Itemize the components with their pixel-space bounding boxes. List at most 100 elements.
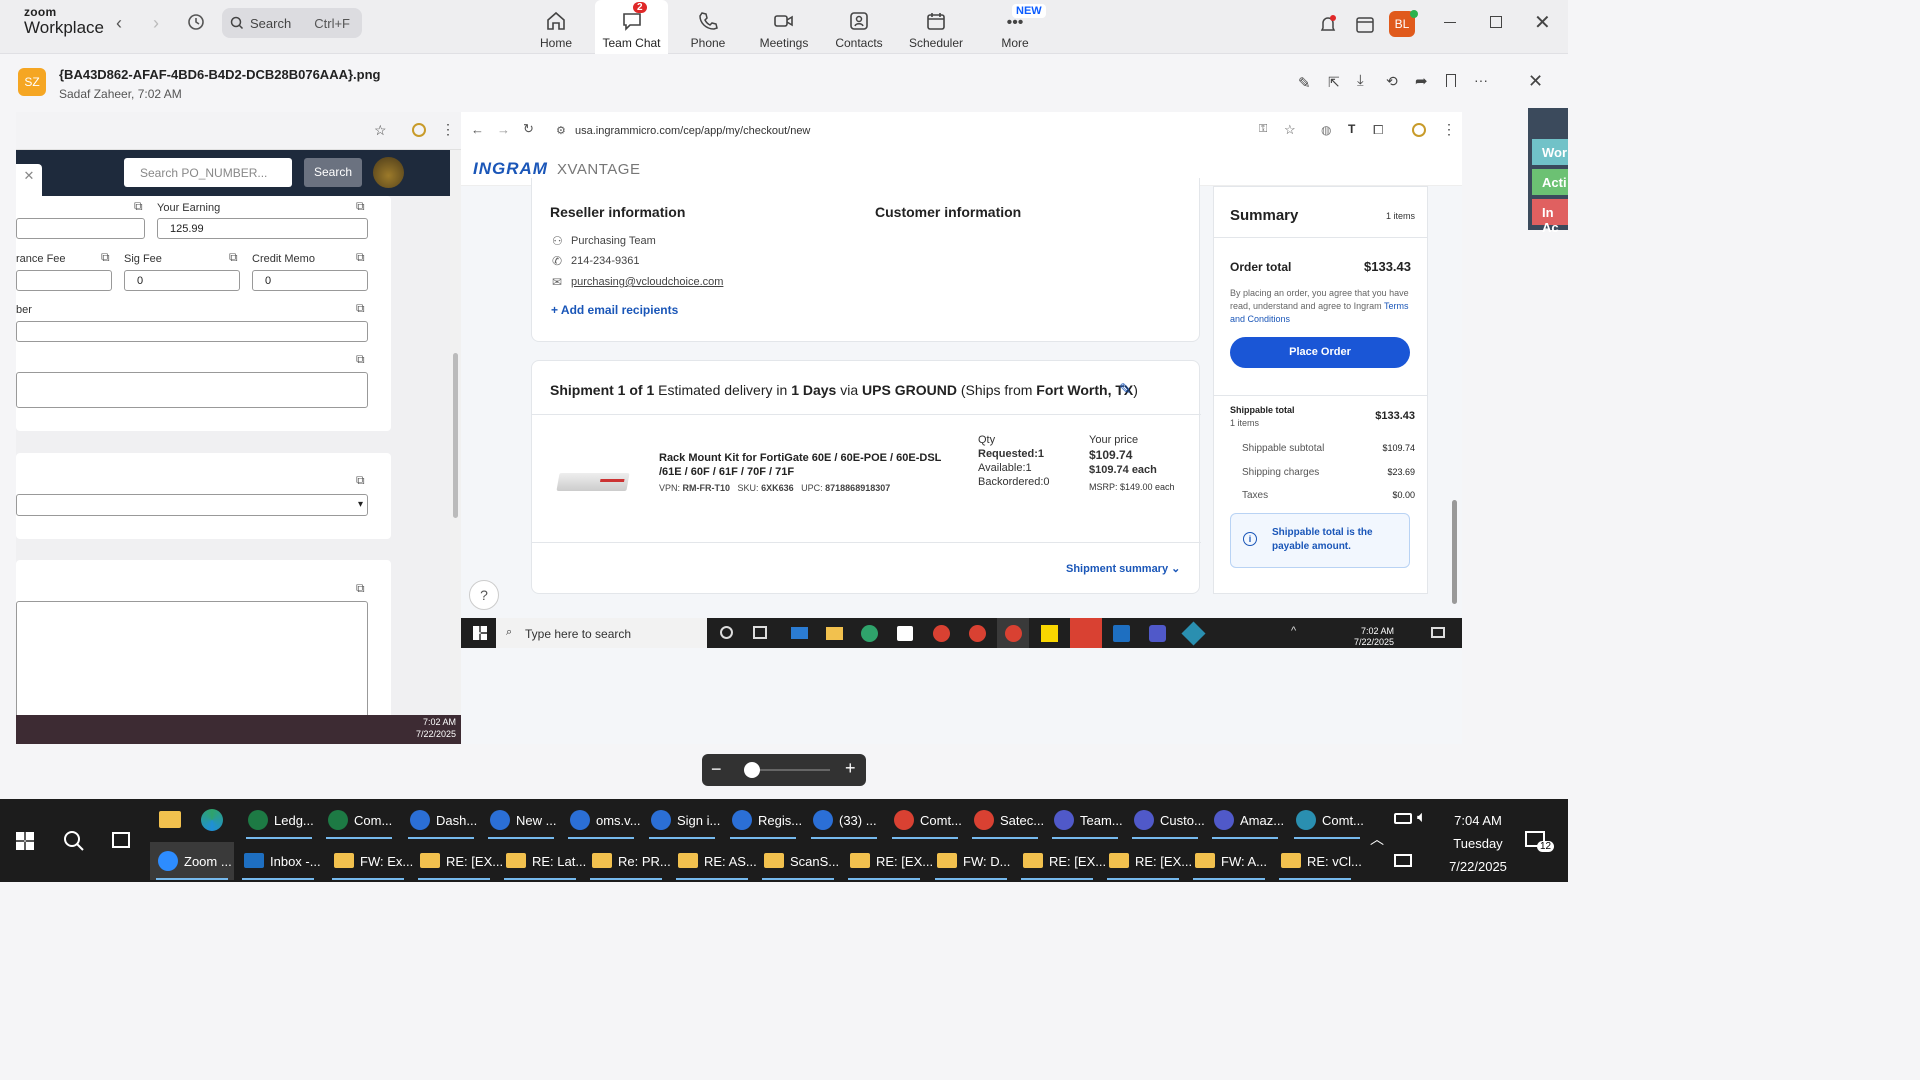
password-key-icon[interactable]: ⚿	[1259, 123, 1267, 136]
product-image[interactable]	[556, 473, 630, 491]
menu-dots-icon[interactable]: ⋮	[441, 121, 455, 138]
teams-icon[interactable]	[1149, 625, 1166, 642]
taskbar-window-button[interactable]: RE: vCl...	[1273, 842, 1362, 880]
profile-icon[interactable]	[1412, 123, 1426, 137]
outlook-icon[interactable]	[1113, 625, 1130, 642]
inner-search-box[interactable]: ⌕ Type here to search	[496, 618, 707, 648]
taskbar-app-button[interactable]: Dash...	[402, 801, 480, 839]
restore-icon[interactable]	[1490, 16, 1502, 28]
download-icon[interactable]: ⤓	[1357, 72, 1364, 89]
search-icon[interactable]	[62, 829, 86, 853]
mail-app-icon[interactable]	[791, 627, 808, 639]
star-icon[interactable]: ☆	[374, 122, 387, 139]
bell-icon[interactable]	[1318, 14, 1338, 34]
open-external-icon[interactable]: ⇱	[1328, 74, 1340, 91]
taskbar-window-button[interactable]: FW: A...	[1187, 842, 1271, 880]
volume-icon[interactable]: 🔈︎	[1417, 809, 1427, 827]
site-info-icon[interactable]: ⚙	[556, 124, 566, 137]
copy-icon[interactable]: ⧉	[229, 250, 238, 265]
windows-start-icon[interactable]	[473, 626, 487, 640]
more-options-icon[interactable]: ···	[1474, 72, 1488, 88]
copy-icon[interactable]: ⧉	[356, 199, 365, 214]
browser-back-icon[interactable]: ←	[471, 122, 484, 137]
taskbar-window-button[interactable]: FW: Ex...	[326, 842, 413, 880]
system-clock[interactable]: 7:04 AM Tuesday 7/22/2025	[1448, 809, 1508, 878]
help-icon[interactable]: ?	[469, 580, 499, 610]
notes-textarea[interactable]	[16, 372, 368, 408]
taskbar-window-button[interactable]: Zoom ...	[150, 842, 234, 880]
copy-icon[interactable]: ⧉	[356, 581, 365, 596]
tab-phone[interactable]: Phone	[676, 0, 740, 54]
chrome-icon[interactable]	[969, 625, 986, 642]
taskbar-window-button[interactable]: Inbox -...	[236, 842, 321, 880]
side-tag-3[interactable]: In Ac	[1532, 199, 1568, 235]
copy-icon[interactable]: ⧉	[134, 199, 143, 214]
file-explorer-icon[interactable]	[826, 627, 843, 640]
edge-icon[interactable]	[861, 625, 878, 642]
task-view-icon[interactable]	[112, 832, 130, 848]
taskbar-window-button[interactable]: RE: [EX...	[1015, 842, 1106, 880]
taskbar-window-button[interactable]: RE: [EX...	[842, 842, 933, 880]
calendar-app-icon[interactable]	[1355, 14, 1375, 34]
copy-icon[interactable]: ⧉	[356, 352, 365, 367]
start-button-icon[interactable]	[16, 832, 34, 850]
taskbar-window-button[interactable]: RE: [EX...	[1101, 842, 1192, 880]
forward-arrow-icon[interactable]: ›	[153, 13, 159, 34]
taskbar-window-button[interactable]: RE: AS...	[670, 842, 757, 880]
edge-icon[interactable]	[201, 809, 223, 831]
side-tag-1[interactable]: Wor	[1532, 139, 1568, 165]
share-to-chat-icon[interactable]: ⟲	[1386, 73, 1398, 90]
chrome-active-tile[interactable]	[997, 618, 1029, 648]
app-diamond-icon[interactable]	[1181, 621, 1206, 646]
reseller-email[interactable]: purchasing@vcloudchoice.com	[571, 276, 723, 288]
taskbar-app-button[interactable]: New ...	[482, 801, 560, 839]
profile-icon[interactable]	[412, 123, 426, 137]
bookmark-icon[interactable]	[1446, 74, 1456, 87]
address-bar-url[interactable]: usa.ingrammicro.com/cep/app/my/checkout/…	[575, 125, 810, 137]
battery-icon[interactable]	[1394, 813, 1412, 824]
zoom-search-box[interactable]: Search Ctrl+F	[222, 8, 362, 38]
task-view-icon[interactable]	[753, 626, 767, 639]
tab-contacts[interactable]: Contacts	[828, 0, 890, 54]
taskbar-app-button[interactable]: Comt...	[1288, 801, 1366, 839]
side-tag-2[interactable]: Acti	[1532, 169, 1568, 195]
extension-text-icon[interactable]: T	[1348, 122, 1355, 136]
edit-shipment-icon[interactable]: ✎	[1119, 380, 1132, 398]
taskbar-app-button[interactable]: Ledg...	[240, 801, 318, 839]
taskbar-app-button[interactable]: Satec...	[966, 801, 1044, 839]
zoom-out-icon[interactable]: −	[711, 759, 722, 780]
chrome-icon[interactable]	[933, 625, 950, 642]
number-field[interactable]	[16, 321, 368, 342]
taskbar-app-button[interactable]: Comt...	[886, 801, 964, 839]
taskbar-window-button[interactable]: Re: PR...	[584, 842, 671, 880]
taskbar-window-button[interactable]: RE: Lat...	[498, 842, 586, 880]
left-scrollbar[interactable]	[450, 150, 461, 715]
close-window-icon[interactable]: ✕	[1534, 10, 1551, 35]
credit-memo-field[interactable]: 0	[252, 270, 368, 291]
add-email-recipients-link[interactable]: + Add email recipients	[551, 303, 678, 317]
tab-team-chat[interactable]: 2 Team Chat	[595, 0, 668, 54]
taskbar-app-button[interactable]: Team...	[1046, 801, 1124, 839]
copy-icon[interactable]: ⧉	[356, 473, 365, 488]
store-icon[interactable]	[897, 626, 913, 641]
left-field-1[interactable]	[16, 218, 145, 239]
minimize-icon[interactable]	[1444, 22, 1456, 23]
copy-icon[interactable]: ⧉	[101, 250, 110, 265]
right-scrollbar[interactable]	[1451, 186, 1459, 606]
taskbar-app-button[interactable]: Sign i...	[643, 801, 721, 839]
taskbar-window-button[interactable]: ScanS...	[756, 842, 840, 880]
zoom-slider-thumb[interactable]	[744, 762, 760, 778]
taskbar-window-button[interactable]: FW: D...	[929, 842, 1013, 880]
insurance-fee-field[interactable]	[16, 270, 112, 291]
dropdown-select[interactable]: ▾	[16, 494, 368, 516]
notification-center-icon[interactable]	[1431, 627, 1445, 638]
zoom-tile-icon[interactable]	[1070, 618, 1102, 648]
menu-dots-icon[interactable]: ⋮	[1442, 121, 1456, 138]
taskbar-app-button[interactable]: Amaz...	[1206, 801, 1284, 839]
cortana-icon[interactable]	[720, 626, 733, 639]
network-icon[interactable]	[1394, 854, 1412, 867]
tray-chevron-icon[interactable]: ^	[1291, 625, 1296, 637]
sticky-notes-icon[interactable]	[1041, 625, 1058, 642]
extension-globe-icon[interactable]: ◍	[1321, 123, 1331, 137]
taskbar-app-button[interactable]: Custo...	[1126, 801, 1204, 839]
